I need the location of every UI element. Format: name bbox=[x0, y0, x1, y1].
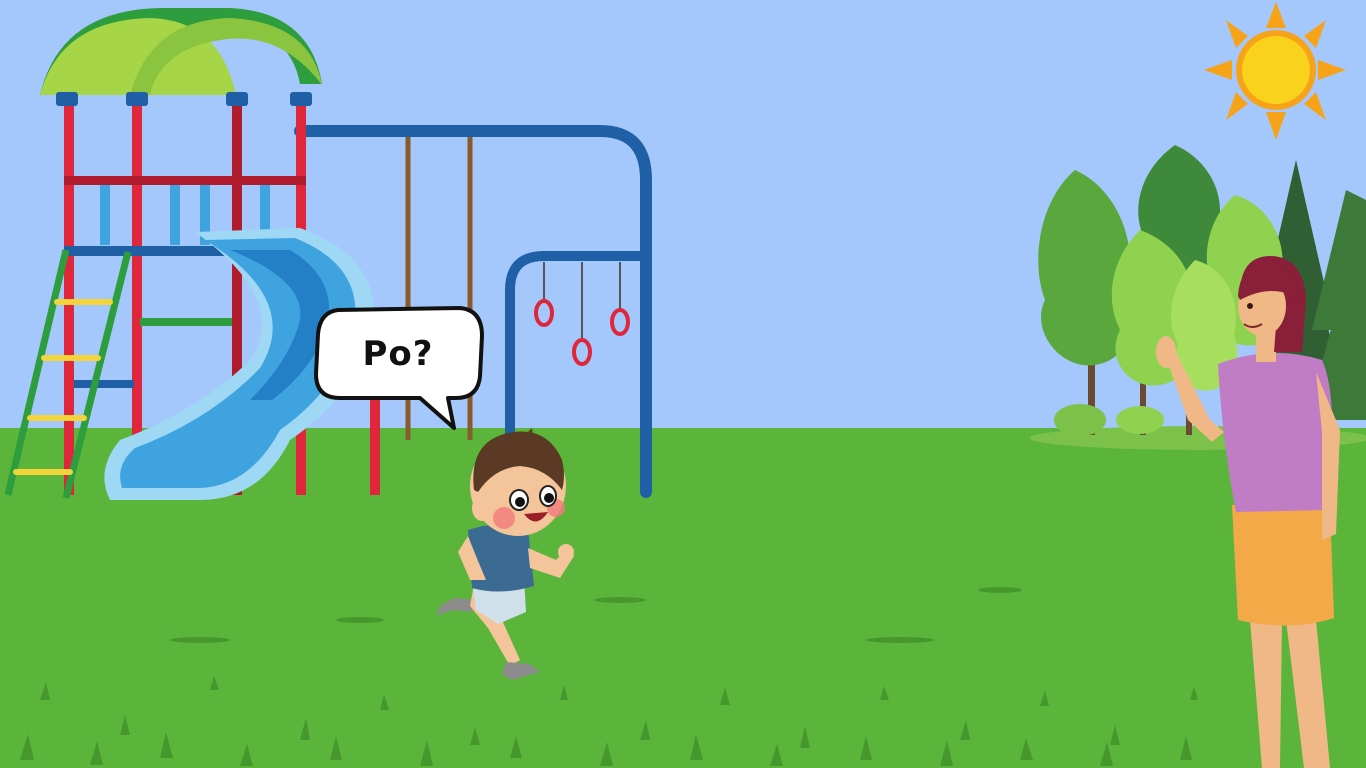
scene-canvas bbox=[0, 0, 1366, 768]
playground-scene: Po? bbox=[0, 0, 1366, 768]
